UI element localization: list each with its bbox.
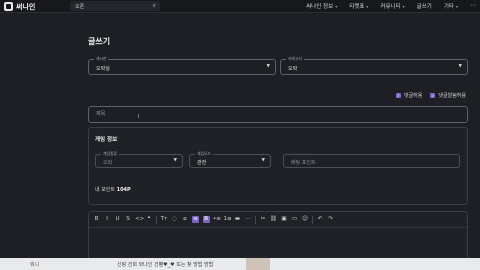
main-nav: 써나인 정보 ▾ 티켓표 ▾ 커뮤니티 ▾ 글쓰기 기타 ▾ [306, 2, 458, 11]
comment-notify-checkbox[interactable]: ✓ 댓글알림허용 [430, 92, 466, 99]
strikethrough-icon[interactable]: S [125, 216, 132, 223]
my-points-value: 104P [116, 187, 131, 193]
page-title: 글쓰기 [88, 37, 111, 46]
italic-icon[interactable]: I [104, 216, 111, 223]
bottom-left-text: 뭐니 [30, 262, 40, 268]
toolbar-divider [312, 215, 313, 224]
search-icon[interactable]: ⌕ [153, 2, 156, 10]
site-logo[interactable]: 써나인 [4, 1, 35, 12]
video-icon[interactable]: ▭ [291, 216, 298, 223]
toolbar-divider [255, 215, 256, 224]
game-mode-select[interactable]: 게임모드 관전 ▼ [189, 151, 271, 168]
bullet-list-icon[interactable]: •≡ [213, 216, 221, 223]
game-type-value: 오락 [103, 159, 113, 166]
category-select[interactable]: 카테고리 오락 ▼ [280, 56, 468, 75]
more-icon[interactable]: ⋯ [245, 216, 252, 223]
font-size-icon[interactable]: Tт [161, 216, 168, 223]
game-mode-label: 게임모드 [195, 151, 213, 157]
checkbox-checked-icon: ✓ [395, 93, 401, 98]
bold-icon[interactable]: B [93, 216, 100, 223]
nav-item-community[interactable]: 커뮤니티 ▾ [380, 2, 405, 11]
caret-down-icon: ▼ [261, 158, 265, 163]
nav-item-tickets[interactable]: 티켓표 ▾ [349, 2, 369, 11]
game-info-title: 게임 정보 [95, 137, 118, 143]
emoji-icon[interactable]: ☺ [302, 216, 309, 223]
align-left-icon[interactable]: ≣ [202, 216, 210, 223]
bottom-notification-bar: 뭐니 신랑 건희 와나인 건빵♥_♥ 또는 찾 방법 방법 [0, 258, 480, 270]
redo-icon[interactable]: ↷ [327, 216, 334, 223]
link-icon[interactable]: ⛓ [270, 216, 277, 223]
highlight-icon[interactable]: ⌀ [182, 216, 189, 223]
board-select-label: 게시판 [94, 56, 109, 62]
game-type-label: 게임종류 [101, 151, 119, 157]
chevron-down-icon: ▾ [366, 3, 369, 9]
bet-points-placeholder: 배팅 포인트 [291, 159, 316, 166]
allow-comments-label: 댓글허용 [403, 93, 423, 99]
top-navigation-bar: 써나인 ⌕ 써나인 정보▾ 티켓표▾ 커뮤니티▾ 글쓰기 기타▾ ⋯ [0, 0, 480, 13]
comment-notify-label: 댓글알림허용 [438, 93, 466, 99]
category-select-label: 카테고리 [286, 56, 304, 62]
nav-item-info[interactable]: 써나인 정보 ▾ [306, 2, 338, 11]
nav-item-write[interactable]: 글쓰기 [417, 2, 432, 10]
paragraph-icon[interactable]: ≡ [192, 216, 199, 223]
search-input[interactable] [75, 3, 147, 9]
thumbnail-image [246, 258, 270, 270]
horizontal-rule-icon[interactable]: ▬ [234, 216, 241, 223]
search-bar[interactable]: ⌕ [70, 1, 160, 11]
quote-icon[interactable]: ❝ [146, 216, 153, 223]
game-type-select[interactable]: 게임종류 오락 ▼ [95, 151, 183, 168]
chevron-down-icon: ▾ [455, 3, 458, 9]
board-select[interactable]: 게시판 오락실 ▼ [88, 56, 276, 75]
nav-item-etc[interactable]: 기타 ▾ [444, 2, 458, 11]
code-icon[interactable]: <> [135, 216, 144, 223]
image-icon[interactable]: ▣ [281, 216, 288, 223]
caret-down-icon: ▼ [173, 158, 177, 163]
text-color-icon[interactable]: ◌ [171, 216, 178, 223]
logo-text: 써나인 [16, 2, 36, 11]
text-cursor-icon: I [138, 114, 140, 120]
toolbar-divider [156, 215, 157, 224]
logo-mark-icon [4, 2, 13, 11]
ellipsis-icon[interactable]: ⋯ [470, 2, 476, 9]
board-select-value: 오락실 [96, 65, 110, 72]
my-points: 내 포인트 104P [95, 186, 131, 193]
bet-points-input[interactable]: 배팅 포인트 [283, 154, 460, 168]
bottom-marquee-text[interactable]: 신랑 건희 와나인 건빵♥_♥ 또는 찾 방법 방법 [117, 261, 213, 268]
clear-format-icon[interactable]: ✂ [260, 216, 267, 223]
my-points-label: 내 포인트 [95, 187, 115, 193]
chevron-down-icon: ▾ [335, 3, 338, 9]
game-mode-value: 관전 [197, 159, 207, 166]
caret-down-icon: ▼ [266, 64, 270, 69]
checkbox-checked-icon: ✓ [430, 93, 436, 98]
title-input[interactable]: 제목 [88, 106, 468, 123]
allow-comments-checkbox[interactable]: ✓ 댓글허용 [395, 92, 423, 99]
game-info-panel: 게임 정보 게임종류 오락 ▼ 게임모드 관전 ▼ 배팅 포인트 내 포인트 1… [88, 127, 468, 205]
caret-down-icon: ▼ [458, 64, 462, 69]
underline-icon[interactable]: U [114, 216, 121, 223]
editor-toolbar: B I U S <> ❝ Tт ◌ ⌀ ≡ ≣ •≡ 1≡ ▬ ⋯ ✂ ⛓ ▣ … [89, 212, 467, 228]
undo-icon[interactable]: ↶ [317, 216, 324, 223]
chevron-down-icon: ▾ [402, 3, 405, 9]
numbered-list-icon[interactable]: 1≡ [224, 216, 232, 223]
category-select-value: 오락 [288, 65, 298, 72]
post-options: ✓ 댓글허용 ✓ 댓글알림허용 [395, 92, 466, 99]
